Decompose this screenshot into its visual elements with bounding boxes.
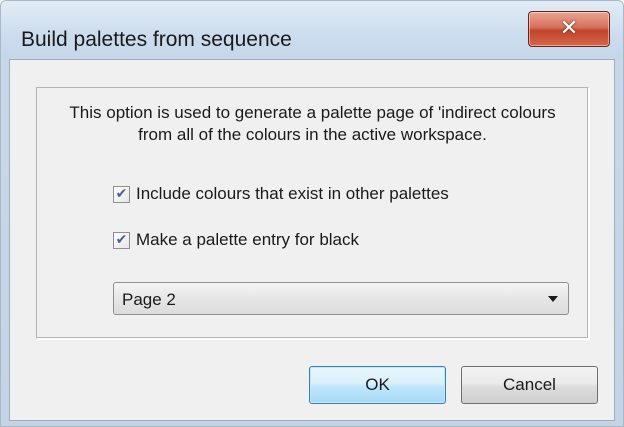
include-other-palettes-checkbox[interactable]: ✔ xyxy=(113,185,130,203)
window-title: Build palettes from sequence xyxy=(21,28,292,51)
black-entry-checkbox[interactable]: ✔ xyxy=(113,231,130,249)
include-other-palettes-option[interactable]: ✔ Include colours that exist in other pa… xyxy=(113,184,449,204)
black-entry-option[interactable]: ✔ Make a palette entry for black xyxy=(113,230,359,250)
page-select-value: Page 2 xyxy=(122,290,176,309)
close-icon: ✕ xyxy=(559,16,579,41)
page-select[interactable]: Page 2 xyxy=(113,282,569,315)
title-bar[interactable]: Build palettes from sequence ✕ xyxy=(1,1,623,59)
description-text: This option is used to generate a palett… xyxy=(69,103,556,144)
checkmark-icon: ✔ xyxy=(115,186,128,202)
checkmark-icon: ✔ xyxy=(115,232,128,248)
options-group: This option is used to generate a palett… xyxy=(36,87,589,339)
chevron-down-icon xyxy=(548,296,558,302)
close-button[interactable]: ✕ xyxy=(528,11,610,47)
ok-button[interactable]: OK xyxy=(309,366,446,404)
include-other-palettes-label[interactable]: Include colours that exist in other pale… xyxy=(136,184,449,204)
cancel-button[interactable]: Cancel xyxy=(461,366,598,404)
dialog-window: Build palettes from sequence ✕ This opti… xyxy=(0,0,624,427)
dialog-body: This option is used to generate a palett… xyxy=(9,59,615,421)
black-entry-label[interactable]: Make a palette entry for black xyxy=(136,230,359,250)
